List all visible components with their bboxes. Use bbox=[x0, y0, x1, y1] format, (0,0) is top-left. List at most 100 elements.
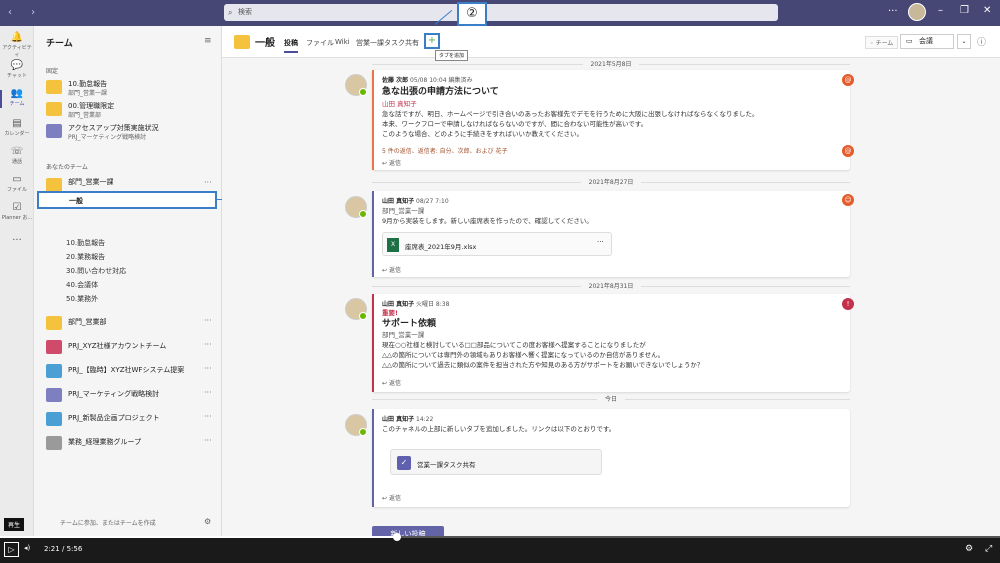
gear-icon[interactable]: ⚙ bbox=[204, 517, 211, 526]
title-bar: ‹ › ⌕ 検索 ··· – ❐ ✕ bbox=[0, 0, 1000, 26]
more-icon[interactable]: ··· bbox=[204, 436, 212, 445]
add-tab-button[interactable]: + bbox=[424, 33, 440, 49]
app-rail: 🔔 アクティビティ 💬 チャット 👥 チーム ▤ カレンダー ☏ 通話 ▭ ファイル ☑ Pl… bbox=[0, 26, 34, 536]
post-card[interactable]: 山田 真知子 火曜日 8:38 重要! サポート依頼 部門_営業一課 現在○○社… bbox=[372, 294, 850, 392]
fullscreen-icon[interactable]: ⤢ bbox=[985, 544, 992, 554]
tab-posts[interactable]: 投稿 bbox=[284, 38, 298, 53]
search-input[interactable]: ⌕ 検索 bbox=[224, 4, 778, 21]
mention[interactable]: 山田 真知子 bbox=[382, 98, 417, 108]
post-card[interactable]: 山田 真知子 08/27 7:10 部門_営業一課 9月から実装をします。新しい… bbox=[372, 191, 850, 277]
more-icon[interactable]: ··· bbox=[888, 6, 898, 17]
team-name: PRJ_XYZ社様アカウントチーム bbox=[68, 342, 167, 350]
avatar[interactable] bbox=[908, 3, 926, 21]
search-placeholder: 検索 bbox=[238, 8, 252, 16]
gear-icon[interactable]: ⚙ bbox=[965, 544, 973, 554]
date-label: 2021年8月27日 bbox=[580, 179, 642, 186]
avatar[interactable] bbox=[345, 298, 367, 320]
filter-icon[interactable]: ≡ bbox=[204, 36, 212, 46]
close-icon[interactable]: ✕ bbox=[983, 5, 991, 16]
more-icon[interactable]: ··· bbox=[204, 340, 212, 349]
pinned-item[interactable]: 10.勤怠報告 部門_営業一課 bbox=[46, 78, 216, 100]
file-name: 座席表_2021年9月.xlsx bbox=[405, 243, 477, 251]
rail-calendar[interactable]: ▤ カレンダー bbox=[0, 118, 34, 137]
tab-wiki[interactable]: Wiki bbox=[335, 38, 350, 46]
reaction-badge: ☺ bbox=[842, 194, 854, 206]
progress-handle[interactable] bbox=[393, 533, 401, 541]
channel-item[interactable]: 50.業務外 bbox=[66, 294, 98, 304]
create-team-link[interactable]: チームに参加、またはチームを作成 bbox=[60, 518, 156, 527]
channel-item[interactable]: 20.業務報告 bbox=[66, 252, 105, 262]
rail-calls[interactable]: ☏ 通話 bbox=[0, 146, 34, 165]
file-icon: ▭ bbox=[12, 174, 22, 185]
post-line: 現在○○社様と検討している□□部品についてこの度お客様へ提案することになりました… bbox=[382, 341, 646, 349]
more-icon[interactable]: ··· bbox=[597, 238, 604, 246]
chevron-down-icon[interactable]: ⌄ bbox=[957, 34, 971, 49]
tab-task-share[interactable]: 営業一課タスク共有 bbox=[356, 38, 419, 48]
team-item[interactable]: PRJ_マーケティング戦略検討 ··· bbox=[46, 386, 216, 408]
rail-activity[interactable]: 🔔 アクティビティ bbox=[0, 32, 34, 58]
avatar[interactable] bbox=[345, 414, 367, 436]
nav-arrows[interactable]: ‹ › bbox=[8, 7, 43, 18]
minimize-icon[interactable]: – bbox=[938, 5, 943, 16]
channel-item[interactable]: 10.勤怠報告 bbox=[66, 238, 105, 248]
sidebar-title: チーム bbox=[46, 39, 73, 49]
phone-icon: ☏ bbox=[10, 146, 24, 157]
post-card[interactable]: 山田 真知子 14:22 このチャネルの上部に新しいタブを追加しました。リンクは… bbox=[372, 409, 850, 507]
channel-main: 一般 投稿 ファイル Wiki 営業一課タスク共有 ◦ チーム ▭ 会議 ⌄ ⓘ … bbox=[222, 26, 1000, 542]
more-icon[interactable]: ··· bbox=[204, 364, 212, 373]
replies-summary[interactable]: 5 件の返信、返信者: 自分、次郎、および 花子 bbox=[382, 146, 508, 155]
team-name: 部門_営業部 bbox=[68, 318, 107, 326]
reply-button[interactable]: ↩ 返信 bbox=[382, 378, 401, 387]
tab-link-card[interactable]: ✓ 営業一課タスク共有 bbox=[390, 449, 602, 475]
rail-chat[interactable]: 💬 チャット bbox=[0, 60, 34, 79]
tab-files[interactable]: ファイル bbox=[306, 38, 334, 48]
avatar[interactable] bbox=[345, 74, 367, 96]
time-sep: / bbox=[61, 545, 65, 553]
rail-teams[interactable]: 👥 チーム bbox=[0, 88, 34, 108]
team-icon bbox=[46, 388, 62, 402]
more-icon[interactable]: ··· bbox=[204, 412, 212, 421]
rail-more[interactable]: ... bbox=[0, 232, 34, 244]
reply-button[interactable]: ↩ 返信 bbox=[382, 158, 401, 167]
team-item[interactable]: 業務_経理業務グループ ··· bbox=[46, 434, 216, 456]
post-card[interactable]: 佐藤 次郎 05/08 10:04 編集済み 急な出張の申請方法について 山田 … bbox=[372, 70, 850, 170]
team-icon bbox=[46, 412, 62, 426]
rail-files[interactable]: ▭ ファイル bbox=[0, 174, 34, 193]
pinned-item[interactable]: アクセスアップ対策実施状況 PRJ_マーケティング戦略検討 bbox=[46, 122, 216, 144]
callout-2: ② bbox=[457, 2, 487, 26]
file-attachment[interactable]: X 座席表_2021年9月.xlsx ··· bbox=[382, 232, 612, 256]
reply-label: 返信 bbox=[388, 160, 401, 167]
reply-button[interactable]: ↩ 返信 bbox=[382, 493, 401, 502]
more-icon[interactable]: ··· bbox=[204, 388, 212, 397]
post-meta: 山田 真知子 08/27 7:10 bbox=[382, 196, 449, 205]
more-icon[interactable]: ··· bbox=[204, 178, 212, 187]
meet-button[interactable]: ▭ 会議 bbox=[900, 34, 954, 49]
time-readout: 2:21 / 5:56 bbox=[44, 545, 82, 553]
avatar[interactable] bbox=[345, 196, 367, 218]
team-item[interactable]: PRJ_【臨時】XYZ社WFシステム提案 ··· bbox=[46, 362, 216, 384]
post-author: 山田 真知子 bbox=[382, 198, 415, 205]
team-button[interactable]: ◦ チーム bbox=[865, 36, 899, 49]
channel-general-active[interactable]: 一般 bbox=[37, 191, 217, 209]
more-icon[interactable]: ··· bbox=[204, 316, 212, 325]
maximize-icon[interactable]: ❐ bbox=[960, 5, 969, 16]
volume-icon[interactable]: ◂) bbox=[24, 544, 30, 552]
info-icon[interactable]: ⓘ bbox=[977, 35, 986, 48]
rail-planner[interactable]: ☑ Planner お... bbox=[0, 202, 34, 221]
post-line: 9月から実装をします。新しい座席表を作ったので、確認してください。 bbox=[382, 217, 593, 225]
post-bar bbox=[372, 191, 374, 277]
mention-badge: @ bbox=[842, 74, 854, 86]
team-item[interactable]: PRJ_新製品企画プロジェクト ··· bbox=[46, 410, 216, 432]
current-time: 2:21 bbox=[44, 545, 60, 553]
channel-item[interactable]: 30.問い合わせ対応 bbox=[66, 266, 126, 276]
reply-button[interactable]: ↩ 返信 bbox=[382, 265, 401, 274]
urgent-icon: ! bbox=[842, 298, 854, 310]
team-item[interactable]: 部門_営業部 ··· bbox=[46, 314, 216, 336]
progress-track[interactable] bbox=[0, 533, 1000, 541]
channel-item[interactable]: 40.会議体 bbox=[66, 280, 98, 290]
play-button[interactable]: ▷ bbox=[4, 542, 19, 557]
date-separator: 2021年8月27日 bbox=[372, 177, 850, 187]
pinned-item[interactable]: 00.管理職限定 部門_営業部 bbox=[46, 100, 216, 122]
team-item[interactable]: PRJ_XYZ社様アカウントチーム ··· bbox=[46, 338, 216, 360]
pinned-sub: 部門_営業部 bbox=[68, 112, 102, 119]
